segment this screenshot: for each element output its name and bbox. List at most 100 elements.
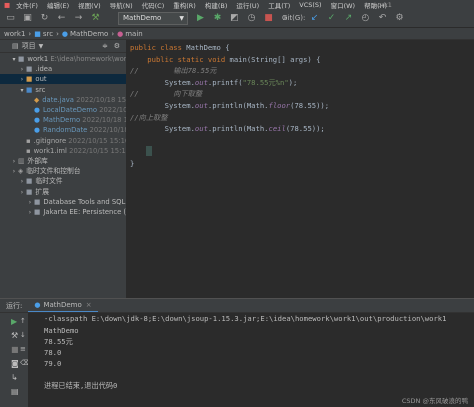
- code-line: System.out.println(Math.ceil(78.55));: [130, 123, 325, 135]
- close-icon[interactable]: ×: [86, 301, 92, 309]
- scratch-icon: ◈: [18, 167, 24, 176]
- forward-icon[interactable]: →: [73, 13, 84, 24]
- settings-icon[interactable]: ⚙: [394, 13, 405, 24]
- collapse-icon[interactable]: ≑: [102, 42, 108, 50]
- git-commit-icon[interactable]: ✓: [326, 13, 337, 24]
- code-line: public static void main(String[] args) {: [130, 54, 320, 66]
- refresh-icon[interactable]: ↻: [39, 13, 50, 24]
- hammer-icon[interactable]: ⚒: [90, 13, 101, 24]
- tree-item[interactable]: › ■ 扩展: [0, 187, 126, 197]
- tree-item-meta: 2022/10/18 15:21 2.7: [99, 106, 126, 114]
- tree-item[interactable]: › ■ .idea: [0, 64, 126, 74]
- menu-refactor[interactable]: 重构(R): [173, 0, 196, 10]
- chevron-down-icon[interactable]: ▼: [39, 43, 44, 50]
- menu-navigate[interactable]: 导航(N): [110, 0, 133, 10]
- run-icon[interactable]: ▶: [195, 13, 206, 24]
- code-token: ceil: [268, 124, 286, 134]
- project-title[interactable]: 项目: [22, 41, 36, 51]
- folder-icon[interactable]: ▭: [5, 13, 16, 24]
- tab-mathdemo[interactable]: ● MathDemo ×: [28, 299, 98, 312]
- tree-item-path: E:\idea\homework\work1: [50, 55, 126, 63]
- code-token: // 输出78.55元: [130, 66, 217, 76]
- tree-item[interactable]: ▾■work1 E:\idea\homework\work1: [0, 54, 126, 64]
- tree-item-label: MathDemo: [42, 116, 81, 125]
- git-push-icon[interactable]: ↗: [343, 13, 354, 24]
- chevron-right-icon[interactable]: ›: [18, 65, 26, 74]
- breadcrumb-method[interactable]: main: [125, 30, 143, 38]
- breadcrumb-sep: ›: [111, 29, 115, 38]
- tree-item[interactable]: ▪.gitignore 2022/10/15 15:16, 344 B: [0, 136, 126, 146]
- chevron-right-icon[interactable]: ›: [26, 198, 34, 207]
- menu-build[interactable]: 构建(B): [205, 0, 228, 10]
- soft-wrap-icon[interactable]: ≡: [20, 345, 26, 353]
- history-icon[interactable]: ◴: [360, 13, 371, 24]
- breadcrumb-class[interactable]: MathDemo: [70, 30, 108, 38]
- chevron-right-icon[interactable]: ›: [10, 167, 18, 176]
- tree-item[interactable]: › ■ out: [0, 74, 126, 85]
- tree-item[interactable]: ●MathDemo 2022/10/18 15:16, 1.2: [0, 115, 126, 125]
- chevron-right-icon[interactable]: ›: [10, 157, 18, 166]
- code-editor[interactable]: public class MathDemo { public static vo…: [126, 40, 474, 298]
- code-token: // 向下取整: [130, 89, 203, 99]
- folder-icon: ■: [34, 29, 41, 38]
- tree-item[interactable]: ▪work1.iml 2022/10/15 15:16, 433 B: [0, 146, 126, 156]
- menu-window[interactable]: 窗口(W): [331, 0, 356, 10]
- tree-item[interactable]: ▾ ■ src: [0, 85, 126, 95]
- menu-tools[interactable]: 工具(T): [268, 0, 290, 10]
- up-arrow-icon[interactable]: ↑: [20, 317, 26, 325]
- chevron-down-icon[interactable]: ▾: [18, 86, 26, 95]
- window-title: work1: [372, 0, 392, 9]
- code-line: System.out.printf("78.55元%n");: [130, 77, 298, 89]
- gear-icon[interactable]: ⚙: [114, 42, 120, 50]
- menu-file[interactable]: 文件(F): [16, 0, 38, 10]
- git-update-icon[interactable]: ↙: [309, 13, 320, 24]
- code-token: .println(Math.: [207, 101, 269, 110]
- code-line: // 输出78.55元: [130, 65, 216, 77]
- chevron-right-icon[interactable]: ›: [18, 188, 26, 197]
- camera-icon[interactable]: ◙: [11, 359, 19, 368]
- delete-icon[interactable]: ⌫: [20, 359, 28, 367]
- tree-item[interactable]: › ■ Database Tools and SQL: [0, 197, 126, 207]
- tree-item[interactable]: › ▥ 外部库: [0, 156, 126, 166]
- menu-view[interactable]: 视图(V): [78, 0, 101, 10]
- code-line: // 向下取整: [130, 88, 202, 100]
- tree-item[interactable]: ›■Jakarta EE: Persistence (JPA): [0, 207, 126, 217]
- back-icon[interactable]: ←: [56, 13, 67, 24]
- chevron-right-icon[interactable]: ›: [18, 177, 26, 186]
- down-arrow-icon[interactable]: ↓: [20, 331, 26, 339]
- tree-item[interactable]: ●LocalDateDemo 2022/10/18 15:21 2.7: [0, 105, 126, 115]
- chevron-down-icon[interactable]: ▾: [10, 55, 18, 64]
- menu-edit[interactable]: 编辑(E): [47, 0, 69, 10]
- chevron-right-icon[interactable]: ›: [18, 75, 26, 84]
- coverage-icon[interactable]: ◩: [229, 13, 240, 24]
- toolbar: ▭ ▣ ↻ ← → ⚒ MathDemo ▼ ▶ ✱ ◩ ◷ ■ ⌕ Git(G…: [0, 9, 474, 28]
- tree-item-label: 扩展: [35, 187, 50, 196]
- stop-icon[interactable]: ■: [11, 345, 19, 354]
- run-console-output[interactable]: -classpath E:\down\jdk-8;E:\down\jsoup-1…: [28, 313, 474, 407]
- restore-icon[interactable]: ↳: [11, 373, 18, 382]
- debug-icon[interactable]: ✱: [212, 13, 223, 24]
- tree-item[interactable]: ◆date.java 2022/10/18 15:21 2.7: [0, 95, 126, 105]
- tree-item-label: 临时文件: [35, 177, 63, 186]
- profile-icon[interactable]: ◷: [246, 13, 257, 24]
- tree-item[interactable]: › ■ 临时文件: [0, 176, 126, 186]
- class-icon: ●: [34, 116, 40, 125]
- code-token: .println(Math.: [207, 124, 269, 134]
- chevron-right-icon[interactable]: ›: [26, 208, 34, 217]
- rollback-icon[interactable]: ↶: [377, 13, 388, 24]
- menu-vcs[interactable]: VCS(S): [299, 1, 321, 9]
- rerun-icon[interactable]: ▶: [11, 317, 17, 326]
- tree-item[interactable]: › ◈ 临时文件和控制台: [0, 166, 126, 176]
- tree-item-meta: 2022/10/18 15:21 2.7: [76, 95, 126, 104]
- menu-run[interactable]: 运行(U): [236, 0, 259, 10]
- menu-code[interactable]: 代码(C): [142, 0, 165, 10]
- run-config-dropdown[interactable]: MathDemo ▼: [118, 12, 188, 25]
- tree-item[interactable]: ●RandomDate 2022/10/18 15:22: [0, 125, 126, 135]
- breadcrumb-src[interactable]: src: [43, 30, 53, 38]
- print-icon[interactable]: ▤: [11, 387, 19, 396]
- code-line: //向上取整: [130, 112, 167, 124]
- breadcrumb-project[interactable]: work1: [4, 30, 25, 38]
- wrench-icon[interactable]: ⚒: [11, 331, 18, 340]
- save-icon[interactable]: ▣: [22, 13, 33, 24]
- stop-icon[interactable]: ■: [263, 13, 274, 24]
